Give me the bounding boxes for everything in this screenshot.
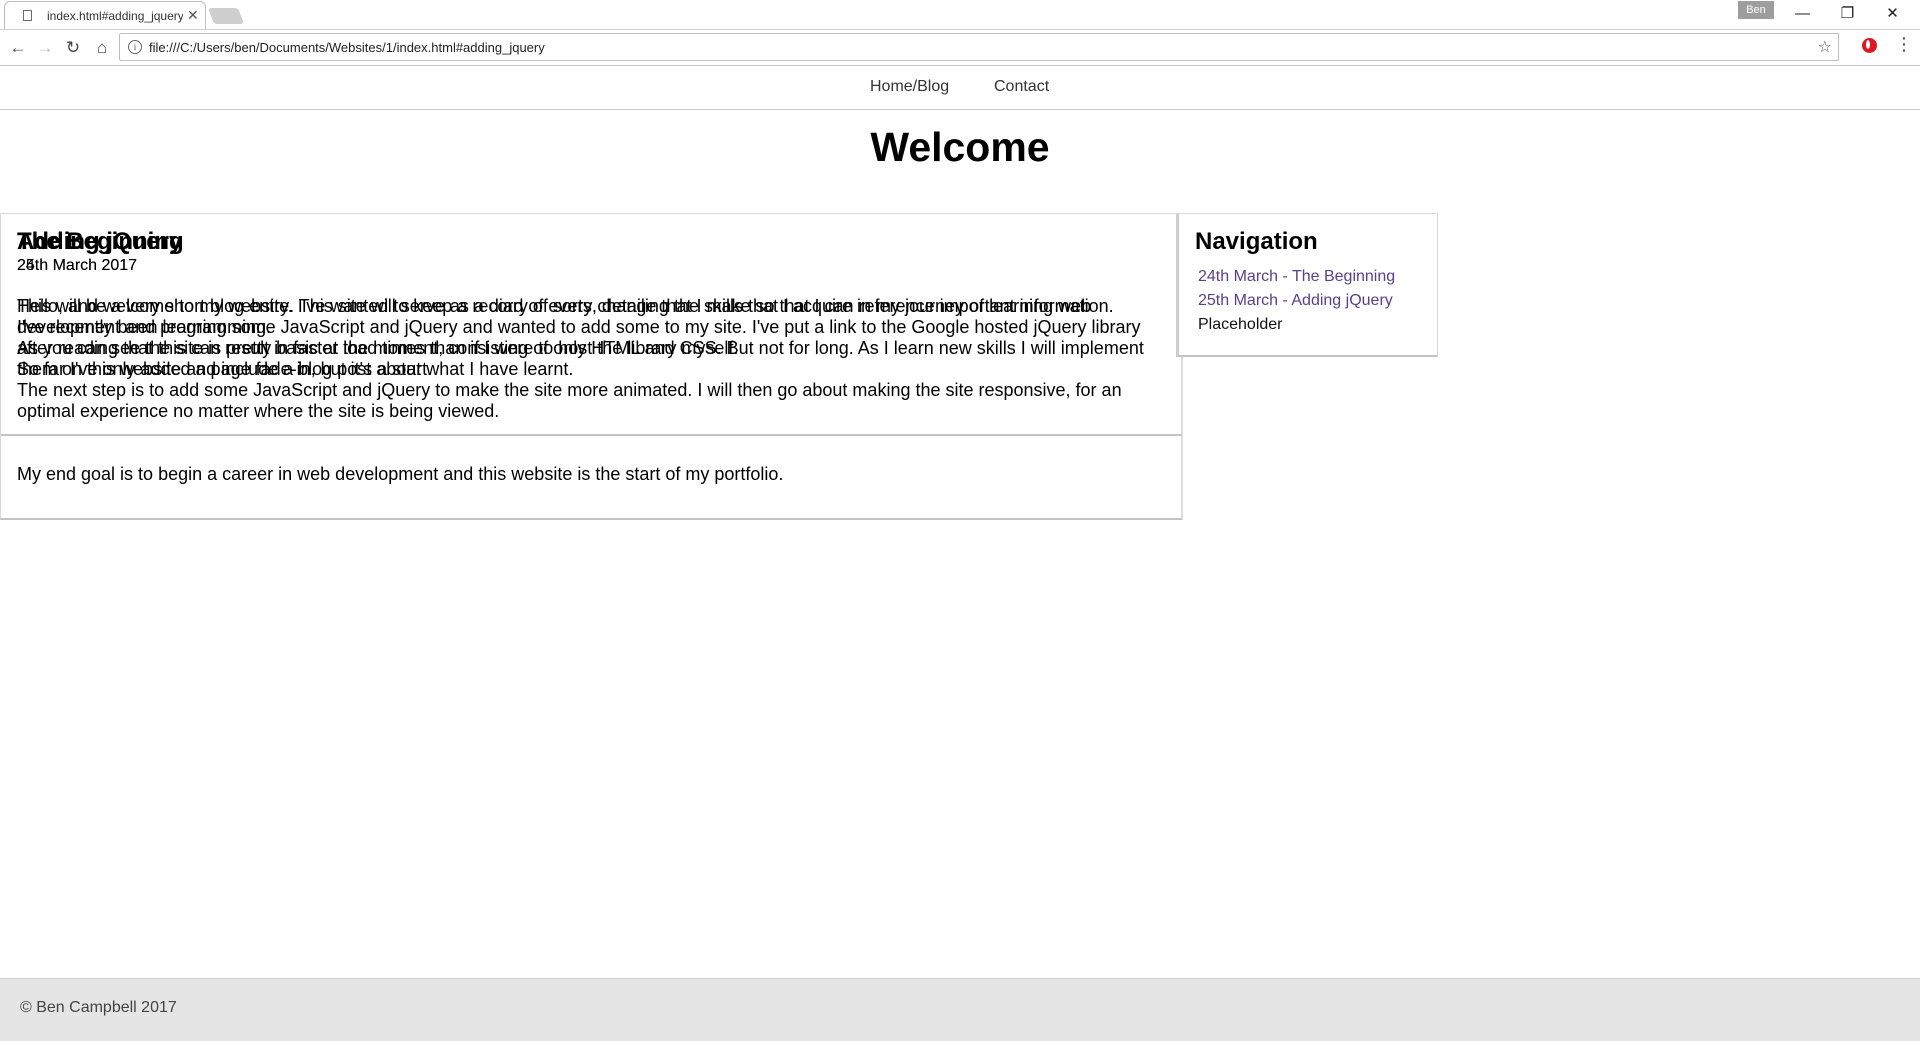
sidebar-link-adding-jquery[interactable]: 25th March - Adding jQuery: [1198, 292, 1393, 310]
post-paragraph: I've recently been learning some JavaScr…: [17, 317, 1141, 358]
info-icon[interactable]: i: [128, 40, 142, 54]
blog-post: Adding jQuery 25th March 2017 This will …: [17, 228, 1147, 380]
tab-title: index.html#adding_jquery: [47, 9, 183, 23]
footer-copyright: © Ben Campbell 2017: [20, 999, 177, 1016]
post-paragraph: [17, 422, 1147, 443]
browser-toolbar: ← → ↻ ⌂ i file:///C:/Users/ben/Documents…: [0, 30, 1920, 66]
sidebar-navigation: Navigation 24th March - The Beginning 25…: [1176, 213, 1438, 357]
close-tab-icon[interactable]: ✕: [187, 7, 199, 24]
restore-icon[interactable]: ❐: [1825, 0, 1870, 29]
nav-link-home-blog[interactable]: Home/Blog: [870, 78, 949, 96]
profile-button[interactable]: Ben: [1738, 1, 1774, 19]
minimize-icon[interactable]: —: [1780, 0, 1825, 29]
browser-tab[interactable]: index.html#adding_jquery ✕: [4, 1, 206, 29]
post-title: Adding jQuery: [17, 228, 183, 255]
bookmark-star-icon[interactable]: ☆: [1818, 37, 1832, 57]
back-icon[interactable]: ←: [6, 36, 30, 60]
page-icon: [23, 10, 32, 21]
home-icon[interactable]: ⌂: [90, 36, 114, 60]
close-window-icon[interactable]: ✕: [1870, 0, 1915, 29]
sidebar-placeholder: Placeholder: [1198, 316, 1283, 333]
footer: © Ben Campbell 2017: [0, 978, 1920, 1041]
browser-tab-strip: index.html#adding_jquery ✕ Ben — ❐ ✕: [0, 0, 1920, 30]
new-tab-button[interactable]: [208, 8, 244, 24]
menu-icon[interactable]: ⋮: [1895, 34, 1913, 55]
site-nav: Home/Blog Contact: [0, 66, 1920, 110]
post-paragraph: The next step is to add some JavaScript …: [17, 380, 1122, 421]
opera-icon[interactable]: [1862, 38, 1877, 53]
sidebar-title: Navigation: [1195, 228, 1318, 255]
post-paragraph: So far I've only added a page fade-in, b…: [17, 359, 433, 379]
page-title: Welcome: [870, 124, 1050, 170]
post-paragraph: This will be a very short blog entry. I'…: [17, 296, 1114, 316]
post-divider: [1, 434, 1182, 436]
url-text[interactable]: file:///C:/Users/ben/Documents/Websites/…: [149, 40, 545, 55]
sidebar-link-the-beginning[interactable]: 24th March - The Beginning: [1198, 268, 1395, 286]
reload-icon[interactable]: ↻: [61, 36, 85, 60]
post-date: 25th March 2017: [17, 257, 138, 274]
nav-link-contact[interactable]: Contact: [994, 78, 1049, 96]
blog-content: The Beginning 24th March 2017 Hello, and…: [0, 213, 1183, 520]
post-paragraph: My end goal is to begin a career in web …: [17, 464, 784, 484]
address-bar[interactable]: i file:///C:/Users/ben/Documents/Website…: [119, 33, 1839, 61]
forward-icon[interactable]: →: [33, 36, 57, 60]
